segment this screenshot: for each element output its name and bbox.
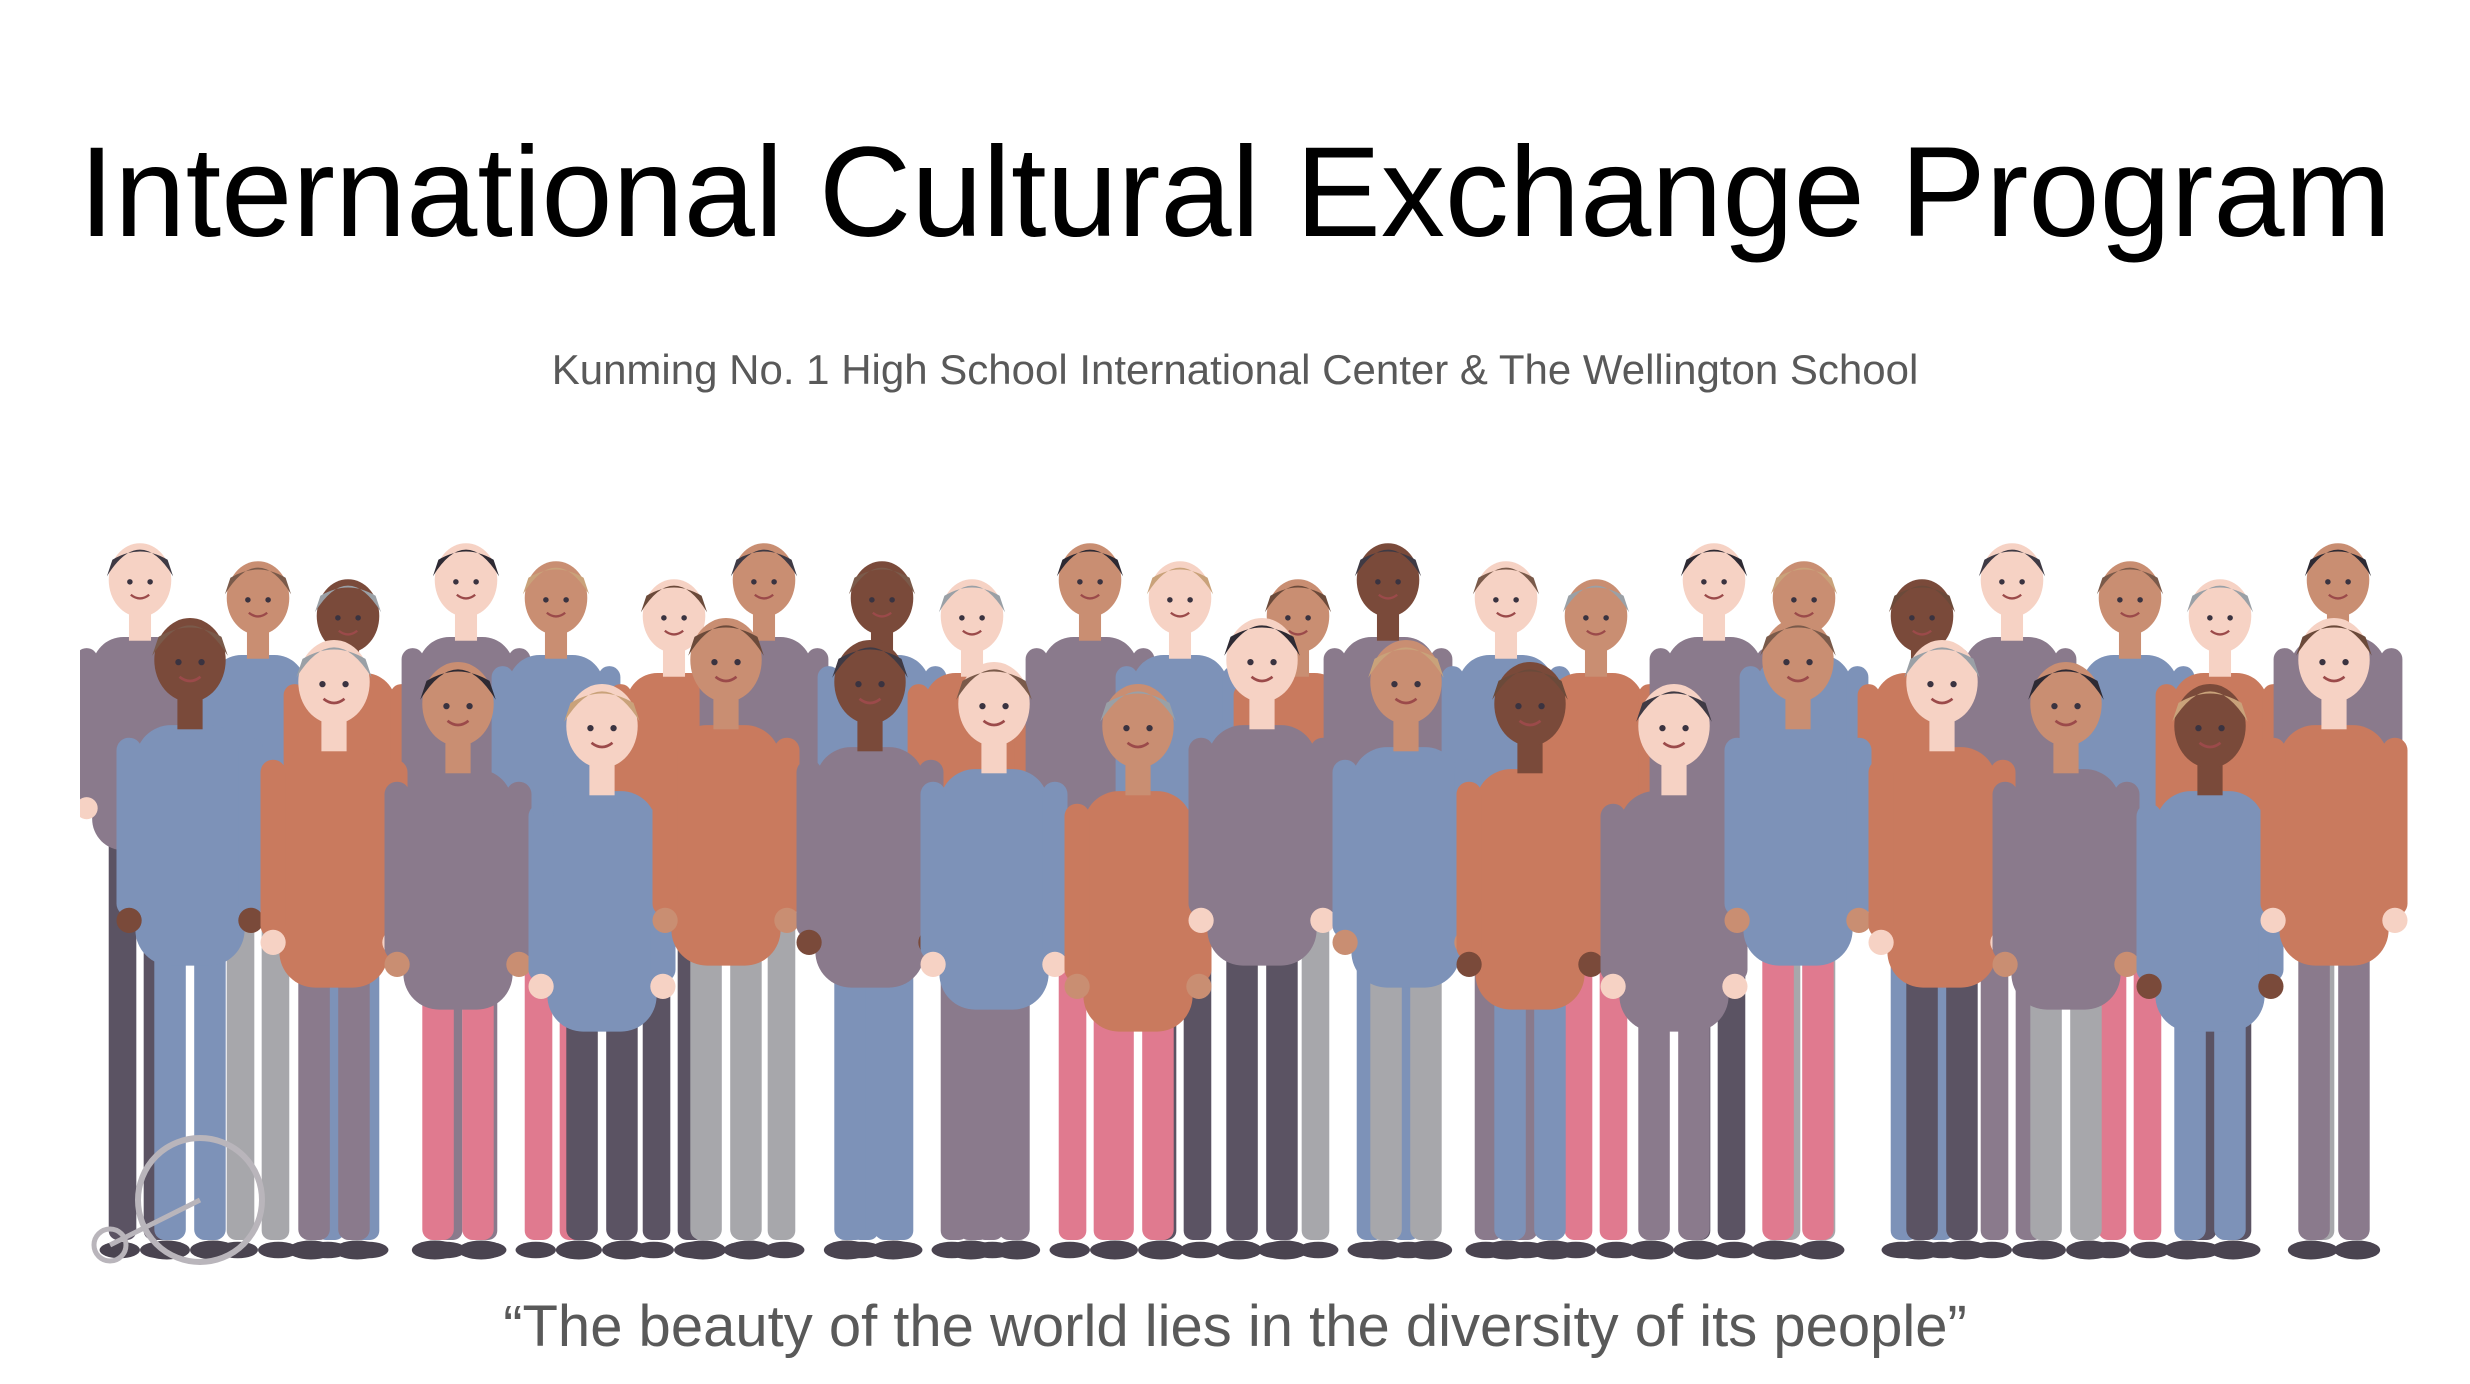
slide-subtitle: Kunming No. 1 High School International … [551,346,1919,393]
slide-title: International Cultural Exchange Program [78,121,2392,264]
slide: International Cultural Exchange Program … [0,0,2470,1384]
slide-quote: “The beauty of the world lies in the div… [503,1294,1967,1359]
diverse-crowd-illustration [80,543,2408,1265]
